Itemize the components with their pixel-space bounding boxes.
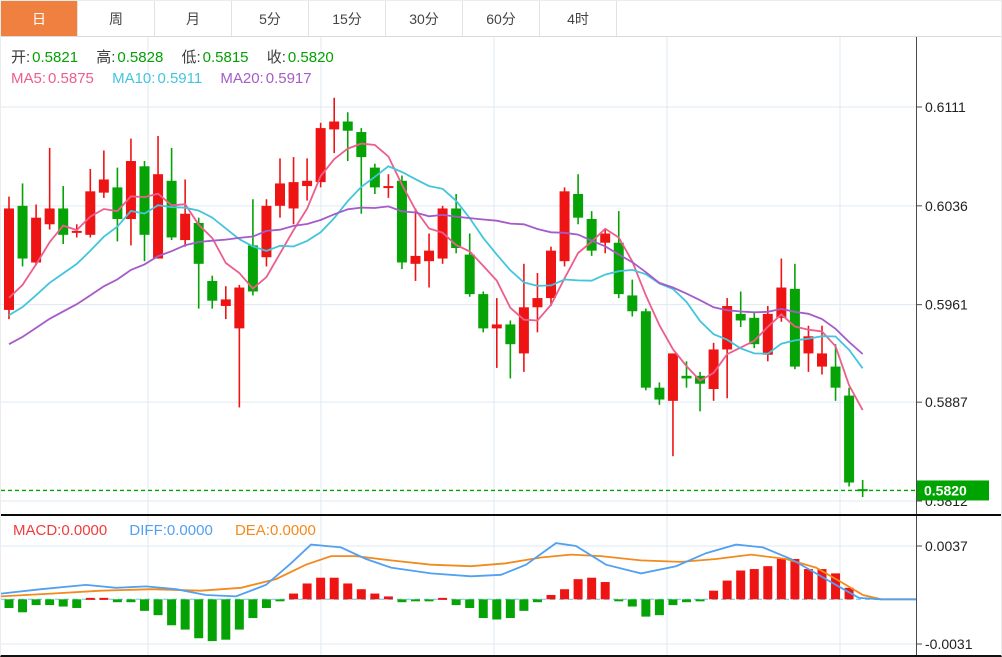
current-price-label: 0.5820 <box>924 482 967 498</box>
tab-5分[interactable]: 5分 <box>232 1 309 36</box>
kline-chart-app: 日周月 5分 15分 30分 60分 4时 0.6111 0.6036 0.5961 0.588… <box>0 0 1002 657</box>
candlestick-chart[interactable]: 0.61110.60360.59610.58870.58120.5820 <box>1 37 1002 514</box>
price-tick-label: 0.5961 <box>925 297 968 313</box>
ma20-line <box>8 205 864 355</box>
macd-tick-label: 0.0037 <box>925 538 968 554</box>
tab-周[interactable]: 周 <box>78 1 155 36</box>
price-tick-label: 0.6111 <box>925 99 966 115</box>
tab-15分[interactable]: 15分 <box>309 1 386 36</box>
price-tick-label: 0.6036 <box>925 198 968 214</box>
main-chart-panel: 0.6111 0.6036 0.5961 0.5887 0.5812 0.5820 开: 0… <box>1 37 1002 514</box>
macd-tick-label: -0.0031 <box>925 636 973 652</box>
timeframe-tabbar: 日周月 5分 15分 30分 60分 4时 <box>1 1 1001 37</box>
macd-panel: 0.0037 -0.0031 MACD:0.0000 DIFF:0.0000 DE… <box>1 514 1002 657</box>
tab-月[interactable]: 月 <box>155 1 232 36</box>
tab-60分[interactable]: 60分 <box>463 1 540 36</box>
tab-4时[interactable]: 4时 <box>540 1 617 36</box>
macd-histogram <box>4 558 854 642</box>
ma5-line <box>8 142 864 411</box>
tab-30分[interactable]: 30分 <box>386 1 463 36</box>
price-tick-label: 0.5887 <box>925 394 968 410</box>
gridlines <box>1 37 916 514</box>
tab-日[interactable]: 日 <box>1 1 78 36</box>
candles-group <box>4 97 868 498</box>
macd-chart[interactable]: 0.0037 -0.0031 <box>1 516 1002 657</box>
